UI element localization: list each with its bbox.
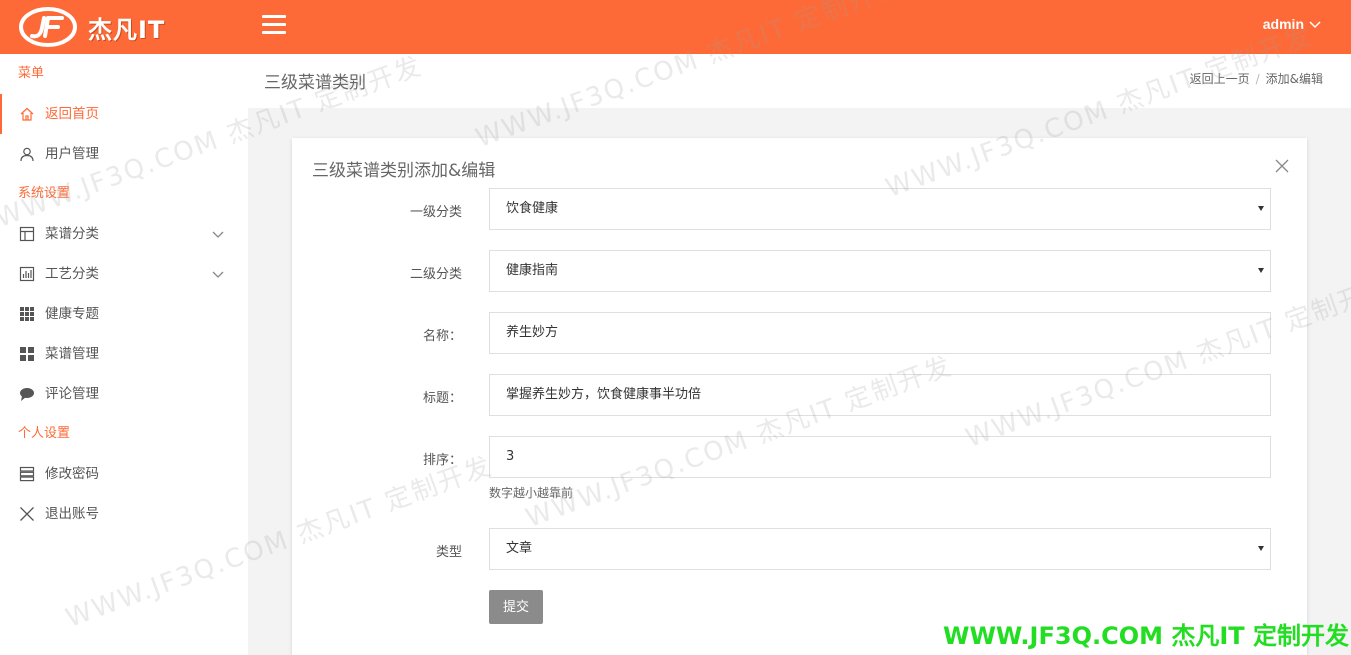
name-label: 名称： bbox=[422, 329, 462, 344]
sidebar-item-label: 健康专题 bbox=[45, 306, 99, 322]
page-header: 三级菜谱类别 返回上一页 / 添加&编辑 bbox=[248, 54, 1351, 108]
list-icon bbox=[18, 465, 36, 483]
chevron-down-icon bbox=[212, 231, 224, 238]
sidebar-item-recipe-manage[interactable]: 菜谱管理 bbox=[0, 334, 248, 374]
page-title: 三级菜谱类别 bbox=[264, 73, 366, 93]
sidebar-item-label: 返回首页 bbox=[45, 106, 99, 122]
home-icon bbox=[18, 105, 36, 123]
chart-icon bbox=[18, 265, 36, 283]
sidebar-section-system: 系统设置 bbox=[18, 186, 71, 201]
sidebar-item-label: 评论管理 bbox=[45, 386, 99, 402]
sidebar-item-label: 退出账号 bbox=[45, 506, 99, 522]
name-input[interactable]: 养生妙方 bbox=[489, 312, 1271, 354]
level2-select[interactable]: 健康指南 bbox=[489, 250, 1271, 292]
caret-down-icon bbox=[1258, 546, 1264, 551]
submit-button[interactable]: 提交 bbox=[489, 590, 543, 624]
logo-text: 杰凡IT bbox=[88, 15, 166, 44]
chevron-down-icon bbox=[1309, 21, 1321, 29]
sidebar-item-craft-category[interactable]: 工艺分类 bbox=[0, 254, 248, 294]
sidebar-section-personal: 个人设置 bbox=[18, 426, 71, 441]
heading-label: 标题： bbox=[422, 391, 462, 406]
level1-value: 饮食健康 bbox=[506, 201, 559, 216]
user-name: admin bbox=[1262, 16, 1304, 32]
level2-label: 二级分类 bbox=[409, 267, 462, 282]
comment-icon bbox=[18, 385, 36, 403]
sidebar-item-label: 菜谱管理 bbox=[45, 346, 99, 362]
top-bar: 杰凡IT admin bbox=[0, 0, 1351, 54]
sidebar-item-logout[interactable]: 退出账号 bbox=[0, 494, 248, 534]
logo[interactable]: 杰凡IT bbox=[18, 6, 165, 48]
sidebar-item-home[interactable]: 返回首页 bbox=[0, 94, 248, 134]
tiles-icon bbox=[18, 345, 36, 363]
sidebar-item-comments[interactable]: 评论管理 bbox=[0, 374, 248, 414]
grid-icon bbox=[18, 305, 36, 323]
level1-label: 一级分类 bbox=[409, 205, 462, 220]
main-content: 三级菜谱类别 返回上一页 / 添加&编辑 三级菜谱类别添加&编辑 一级分类 饮食健康… bbox=[248, 54, 1351, 655]
user-menu[interactable]: admin bbox=[1263, 16, 1321, 32]
sort-hint: 数字越小越靠前 bbox=[489, 486, 574, 500]
sidebar-item-users[interactable]: 用户管理 bbox=[0, 134, 248, 174]
sidebar-item-change-password[interactable]: 修改密码 bbox=[0, 454, 248, 494]
type-select[interactable]: 文章 bbox=[489, 528, 1271, 570]
sidebar-item-label: 菜谱分类 bbox=[45, 226, 99, 242]
close-icon[interactable] bbox=[1275, 159, 1289, 173]
sidebar-item-label: 修改密码 bbox=[45, 466, 99, 482]
edit-panel: 三级菜谱类别添加&编辑 一级分类 饮食健康 二级分类 健康指南 名称： 养生妙方… bbox=[292, 138, 1307, 655]
type-value: 文章 bbox=[506, 541, 533, 556]
level2-value: 健康指南 bbox=[506, 263, 559, 278]
breadcrumb-separator: / bbox=[1255, 72, 1260, 86]
breadcrumb-current: 添加&编辑 bbox=[1265, 72, 1323, 86]
sidebar-item-health-topic[interactable]: 健康专题 bbox=[0, 294, 248, 334]
breadcrumb-back-link[interactable]: 返回上一页 bbox=[1190, 72, 1250, 86]
user-icon bbox=[18, 145, 36, 163]
type-label: 类型 bbox=[435, 545, 462, 560]
sidebar-section-menu: 菜单 bbox=[18, 66, 45, 81]
menu-toggle-button[interactable] bbox=[262, 15, 286, 37]
sidebar-item-recipe-category[interactable]: 菜谱分类 bbox=[0, 214, 248, 254]
logo-mark-icon bbox=[18, 6, 78, 48]
breadcrumb: 返回上一页 / 添加&编辑 bbox=[1190, 70, 1323, 87]
sort-label: 排序： bbox=[422, 453, 462, 468]
close-icon bbox=[18, 505, 36, 523]
level1-select[interactable]: 饮食健康 bbox=[489, 188, 1271, 230]
layout-icon bbox=[18, 225, 36, 243]
sidebar-item-label: 用户管理 bbox=[45, 146, 99, 162]
sidebar: 菜单 返回首页 用户管理 系统设置 菜谱分类 工艺分类 健康专题 菜谱管理 评论… bbox=[0, 54, 248, 655]
sidebar-item-label: 工艺分类 bbox=[45, 266, 99, 282]
chevron-down-icon bbox=[212, 271, 224, 278]
caret-down-icon bbox=[1258, 206, 1264, 211]
panel-title: 三级菜谱类别添加&编辑 bbox=[312, 161, 496, 181]
caret-down-icon bbox=[1258, 268, 1264, 273]
sort-input[interactable]: 3 bbox=[489, 436, 1271, 478]
heading-input[interactable]: 掌握养生妙方，饮食健康事半功倍 bbox=[489, 374, 1271, 416]
